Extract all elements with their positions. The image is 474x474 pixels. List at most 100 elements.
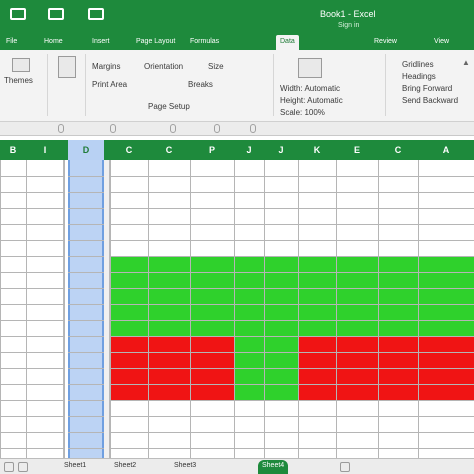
gridline <box>148 160 149 458</box>
gridline <box>68 256 104 257</box>
gallery-icon[interactable] <box>58 56 76 78</box>
tab-view[interactable]: View <box>430 35 453 50</box>
column-header[interactable]: C <box>148 140 190 160</box>
orientation-button[interactable]: Orientation <box>144 62 183 71</box>
undo-icon[interactable] <box>48 8 64 20</box>
sheet-tab[interactable]: Sheet2 <box>110 460 140 474</box>
gridline <box>190 160 191 458</box>
gridline <box>0 368 64 369</box>
tab-page-layout[interactable]: Page Layout <box>132 35 179 50</box>
breaks-button[interactable]: Breaks <box>188 80 213 89</box>
gridline <box>110 288 474 289</box>
column-header-row: B I D C C P J J K E C A <box>0 140 474 160</box>
tab-formulas[interactable]: Formulas <box>186 35 223 50</box>
ribbon-group-themes: Themes <box>0 54 48 116</box>
redo-icon[interactable] <box>88 8 104 20</box>
green-filled-cells[interactable] <box>110 256 474 336</box>
gridline <box>68 416 104 417</box>
gridline <box>0 352 64 353</box>
selected-column-d[interactable] <box>68 160 104 458</box>
tab-file[interactable]: File <box>2 35 21 50</box>
gridline <box>0 336 64 337</box>
gridline <box>0 288 64 289</box>
sheet-tab-active[interactable]: Sheet4 <box>258 460 289 474</box>
gridline <box>336 160 337 458</box>
gridline <box>68 336 104 337</box>
sheet-tab-bar: Sheet1 Sheet2 Sheet3 Sheet4 <box>0 458 474 474</box>
gridline <box>110 208 474 209</box>
gridline <box>110 400 474 401</box>
gridline <box>68 352 104 353</box>
column-header[interactable]: A <box>418 140 474 160</box>
column-header[interactable]: E <box>336 140 378 160</box>
formula-bar-mark-icon <box>58 124 64 133</box>
tab-data[interactable]: Data <box>276 35 299 50</box>
formula-bar[interactable] <box>0 122 474 136</box>
gridline <box>0 208 64 209</box>
column-header[interactable]: K <box>298 140 336 160</box>
gridline <box>110 256 474 257</box>
gridline <box>110 416 474 417</box>
save-icon[interactable] <box>10 8 26 20</box>
column-header[interactable]: C <box>110 140 148 160</box>
column-header[interactable]: C <box>378 140 418 160</box>
gridline <box>110 176 474 177</box>
size-button[interactable]: Size <box>208 62 224 71</box>
scale-icon[interactable] <box>298 58 322 78</box>
tab-insert[interactable]: Insert <box>88 35 114 50</box>
gridline <box>110 192 474 193</box>
gridline <box>110 432 474 433</box>
sign-in-link[interactable]: Sign in <box>338 22 359 29</box>
column-header-selected[interactable]: D <box>68 140 104 160</box>
gridline <box>110 368 474 369</box>
gridline <box>418 160 419 458</box>
gridline <box>110 224 474 225</box>
send-backward-button[interactable]: Send Backward <box>402 96 458 105</box>
headings-option[interactable]: Headings <box>402 72 436 81</box>
gridline <box>378 160 379 458</box>
new-sheet-icon[interactable] <box>340 462 350 472</box>
column-header[interactable]: B <box>0 140 26 160</box>
gridline <box>110 384 474 385</box>
prev-sheet-icon[interactable] <box>4 462 14 472</box>
gridline <box>0 240 64 241</box>
gridline <box>64 160 65 458</box>
gridline <box>68 320 104 321</box>
frozen-left-pane[interactable] <box>0 160 64 458</box>
gridline <box>110 304 474 305</box>
sheet-tab[interactable]: Sheet3 <box>170 460 200 474</box>
tab-review[interactable]: Review <box>370 35 401 50</box>
gridline <box>110 448 474 449</box>
gridline <box>110 336 474 337</box>
gridline <box>298 160 299 458</box>
gridline <box>68 432 104 433</box>
column-header[interactable]: J <box>264 140 298 160</box>
collapse-ribbon-icon[interactable]: ▲ <box>461 58 471 68</box>
height-control[interactable]: Height: Automatic <box>280 96 343 105</box>
margins-button[interactable]: Margins <box>92 62 120 71</box>
bring-forward-button[interactable]: Bring Forward <box>402 84 452 93</box>
gridline <box>68 304 104 305</box>
worksheet-grid[interactable] <box>0 160 474 465</box>
next-sheet-icon[interactable] <box>18 462 28 472</box>
ribbon: Themes Margins Orientation Size Print Ar… <box>0 50 474 122</box>
gridline <box>0 400 64 401</box>
width-control[interactable]: Width: Automatic <box>280 84 340 93</box>
gridlines-option[interactable]: Gridlines <box>402 60 434 69</box>
gridline <box>110 352 474 353</box>
sheet-tab[interactable]: Sheet1 <box>60 460 90 474</box>
formula-bar-mark-icon <box>110 124 116 133</box>
column-header[interactable]: J <box>234 140 264 160</box>
gridline <box>68 208 104 209</box>
gridline <box>0 304 64 305</box>
print-area-button[interactable]: Print Area <box>92 80 127 89</box>
column-header[interactable]: I <box>26 140 64 160</box>
scale-control[interactable]: Scale: 100% <box>280 108 325 117</box>
themes-icon[interactable] <box>12 58 30 72</box>
gridline <box>264 160 265 458</box>
gridline <box>0 320 64 321</box>
formula-bar-mark-icon <box>214 124 220 133</box>
column-header[interactable]: P <box>190 140 234 160</box>
tab-home[interactable]: Home <box>40 35 67 50</box>
gridline <box>68 400 104 401</box>
